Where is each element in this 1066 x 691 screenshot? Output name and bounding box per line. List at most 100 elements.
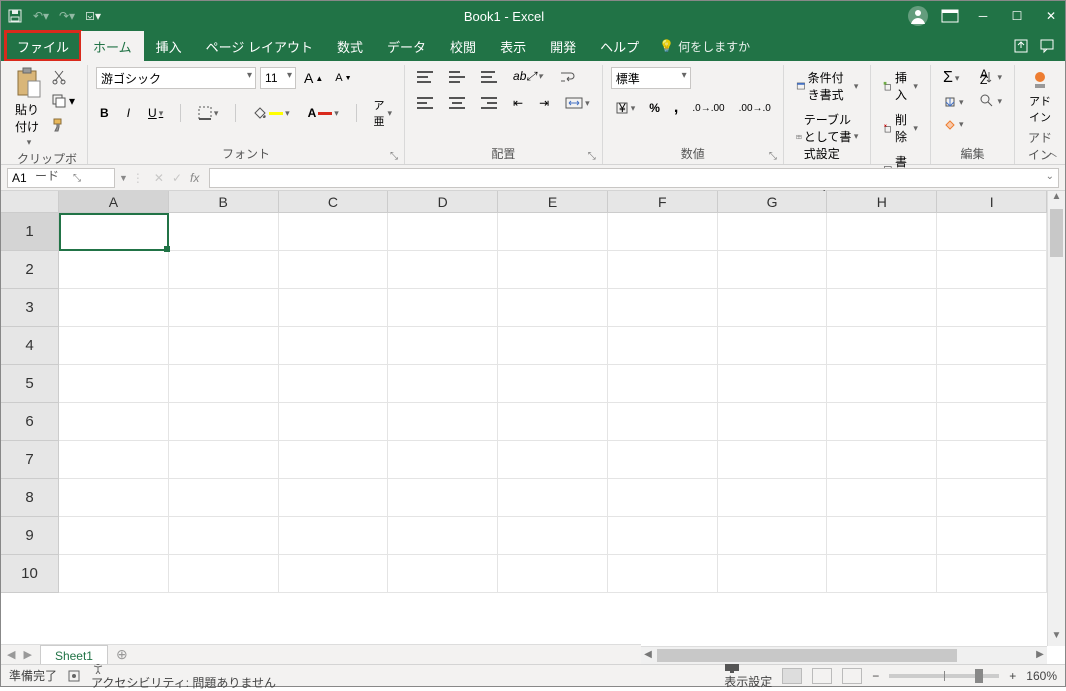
- cell[interactable]: [498, 517, 608, 555]
- row-header[interactable]: 3: [1, 289, 59, 327]
- tab-file[interactable]: ファイル: [5, 31, 81, 61]
- cell[interactable]: [279, 327, 389, 365]
- cell[interactable]: [388, 517, 498, 555]
- cell[interactable]: [827, 517, 937, 555]
- row-header[interactable]: 4: [1, 327, 59, 365]
- cell[interactable]: [498, 365, 608, 403]
- cell[interactable]: [388, 365, 498, 403]
- cell[interactable]: [169, 403, 279, 441]
- cell[interactable]: [388, 479, 498, 517]
- cell[interactable]: [608, 327, 718, 365]
- conditional-format-button[interactable]: 条件付き書式: [792, 67, 863, 105]
- macro-record-icon[interactable]: [67, 669, 81, 683]
- column-header[interactable]: I: [937, 191, 1047, 213]
- align-left-icon[interactable]: [413, 95, 437, 111]
- decrease-indent-icon[interactable]: ⇤: [509, 94, 527, 112]
- cell[interactable]: [827, 403, 937, 441]
- redo-icon[interactable]: ↷▾: [59, 8, 75, 24]
- column-header[interactable]: G: [718, 191, 828, 213]
- scroll-left-icon[interactable]: ◀: [641, 647, 655, 664]
- cut-button[interactable]: [47, 67, 79, 87]
- select-all-corner[interactable]: [1, 191, 59, 213]
- border-button[interactable]: [194, 104, 223, 122]
- cell[interactable]: [937, 517, 1047, 555]
- cell[interactable]: [169, 555, 279, 593]
- dialog-launcher-icon[interactable]: ⤡: [769, 151, 777, 162]
- sort-filter-button[interactable]: AZ: [975, 67, 1006, 87]
- cell[interactable]: [59, 403, 169, 441]
- cell[interactable]: [388, 289, 498, 327]
- new-sheet-icon[interactable]: ⊕: [116, 646, 128, 663]
- cell[interactable]: [608, 403, 718, 441]
- cell[interactable]: [608, 555, 718, 593]
- cell[interactable]: [608, 479, 718, 517]
- close-icon[interactable]: ✕: [1043, 9, 1059, 23]
- cell[interactable]: [169, 289, 279, 327]
- cancel-formula-icon[interactable]: ✕: [154, 171, 164, 185]
- row-header[interactable]: 7: [1, 441, 59, 479]
- paste-button[interactable]: 貼り付け ▾: [15, 67, 43, 148]
- column-header[interactable]: E: [498, 191, 608, 213]
- clear-button[interactable]: [939, 115, 968, 133]
- cell[interactable]: [169, 365, 279, 403]
- cell[interactable]: [59, 517, 169, 555]
- fx-icon[interactable]: fx: [190, 171, 199, 185]
- scroll-thumb[interactable]: [657, 649, 957, 662]
- cell[interactable]: [498, 327, 608, 365]
- align-middle-icon[interactable]: [445, 69, 469, 85]
- format-painter-button[interactable]: [47, 115, 79, 135]
- sheet-nav-next-icon[interactable]: ▶: [23, 648, 31, 661]
- cell[interactable]: [279, 479, 389, 517]
- cell[interactable]: [827, 365, 937, 403]
- row-header[interactable]: 5: [1, 365, 59, 403]
- cell[interactable]: [498, 403, 608, 441]
- orientation-icon[interactable]: ab⤢: [509, 67, 546, 86]
- cell[interactable]: [718, 327, 828, 365]
- increase-font-icon[interactable]: A▲: [300, 68, 327, 88]
- autosum-button[interactable]: Σ: [939, 67, 968, 89]
- minimize-icon[interactable]: ─: [975, 9, 991, 23]
- cell[interactable]: [937, 213, 1047, 251]
- zoom-out-icon[interactable]: −: [872, 669, 879, 683]
- cell[interactable]: [718, 479, 828, 517]
- dialog-launcher-icon[interactable]: ⤡: [390, 151, 398, 162]
- cell[interactable]: [279, 555, 389, 593]
- dialog-launcher-icon[interactable]: ⤡: [588, 151, 596, 162]
- align-center-icon[interactable]: [445, 95, 469, 111]
- font-name-input[interactable]: [96, 67, 256, 89]
- scroll-right-icon[interactable]: ▶: [1033, 647, 1047, 664]
- cell[interactable]: [827, 555, 937, 593]
- cell[interactable]: [498, 213, 608, 251]
- sheet-tab-active[interactable]: Sheet1: [40, 645, 108, 665]
- accounting-format-button[interactable]: ¥: [611, 99, 640, 117]
- tab-help[interactable]: ヘルプ: [588, 31, 651, 61]
- row-header[interactable]: 6: [1, 403, 59, 441]
- cell[interactable]: [498, 441, 608, 479]
- cell[interactable]: [279, 403, 389, 441]
- ribbon-options-icon[interactable]: [941, 9, 957, 23]
- cell[interactable]: [498, 289, 608, 327]
- horizontal-scrollbar[interactable]: ◀ ▶: [641, 646, 1047, 664]
- cell[interactable]: [498, 555, 608, 593]
- view-page-break-icon[interactable]: [842, 668, 862, 684]
- column-header[interactable]: F: [608, 191, 718, 213]
- tab-formulas[interactable]: 数式: [325, 31, 375, 61]
- merge-cells-button[interactable]: [561, 95, 594, 111]
- cell[interactable]: [169, 327, 279, 365]
- align-top-icon[interactable]: [413, 69, 437, 85]
- delete-cells-button[interactable]: 削除: [879, 109, 922, 147]
- bold-button[interactable]: B: [96, 104, 113, 122]
- row-header[interactable]: 1: [1, 213, 59, 251]
- save-icon[interactable]: [7, 8, 23, 24]
- align-bottom-icon[interactable]: [477, 69, 501, 85]
- increase-indent-icon[interactable]: ⇥: [535, 94, 553, 112]
- tab-home[interactable]: ホーム: [81, 31, 144, 61]
- accessibility-status[interactable]: アクセシビリティ: 問題ありません: [91, 660, 276, 691]
- cell[interactable]: [388, 327, 498, 365]
- cell[interactable]: [718, 441, 828, 479]
- namebox-dropdown-icon[interactable]: ▼: [119, 173, 128, 183]
- cell[interactable]: [388, 403, 498, 441]
- vertical-scrollbar[interactable]: ▲ ▼: [1047, 191, 1065, 646]
- cell[interactable]: [59, 213, 169, 251]
- font-color-button[interactable]: A: [304, 104, 343, 122]
